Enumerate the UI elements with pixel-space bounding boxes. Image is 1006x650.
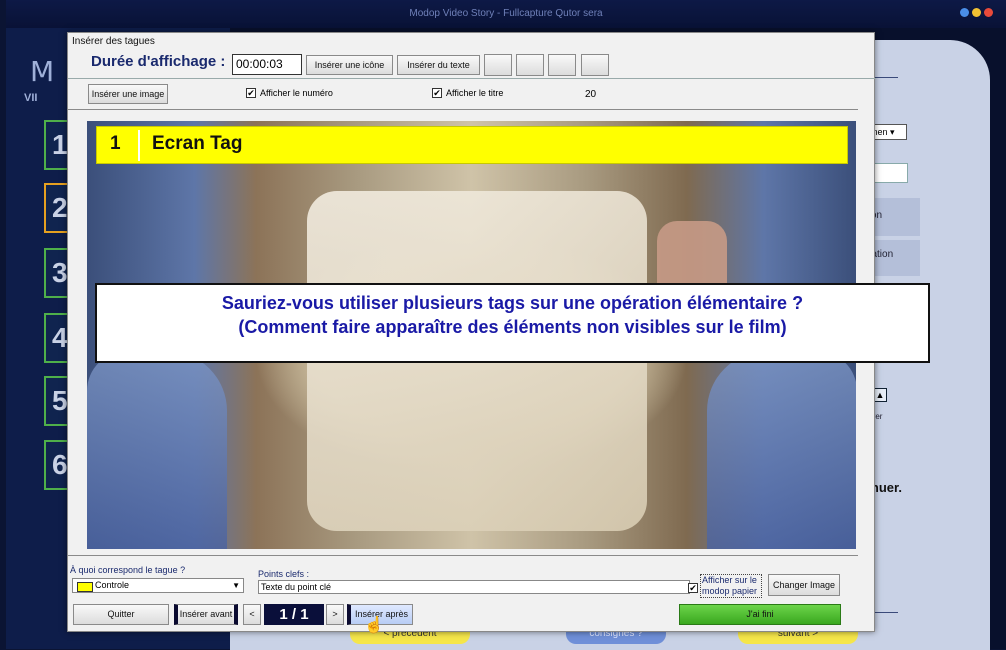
dialog-title: Insérer des tagues: [72, 36, 155, 47]
blank-button-2[interactable]: [516, 54, 544, 76]
chevron-down-icon: ▾: [890, 127, 895, 137]
insert-image-button[interactable]: Insérer une image: [88, 84, 168, 104]
display-duration-input[interactable]: 00:00:03: [232, 54, 302, 75]
divider: [68, 78, 876, 79]
maximize-icon[interactable]: [972, 8, 981, 17]
close-icon[interactable]: [984, 8, 993, 17]
tag-title: Ecran Tag: [152, 133, 243, 154]
yellow-swatch-icon: [77, 582, 93, 592]
change-image-button[interactable]: Changer Image: [768, 574, 840, 596]
background-window-title: Modop Video Story - Fullcapture Qutor se…: [6, 0, 1006, 28]
count-value: 20: [585, 89, 597, 100]
video-frame-arm-left: [87, 351, 227, 549]
quit-button[interactable]: Quitter: [73, 604, 169, 625]
arrow-up-icon[interactable]: ▲: [873, 388, 887, 402]
app-logo: M: [30, 55, 55, 88]
minimize-icon[interactable]: [960, 8, 969, 17]
blank-button-4[interactable]: [581, 54, 609, 76]
insert-text-button[interactable]: Insérer du texte: [397, 55, 480, 75]
show-title-label: Afficher le titre: [446, 88, 504, 98]
question-line-2: (Comment faire apparaître des éléments n…: [238, 317, 787, 337]
tag-title-bar[interactable]: 1 Ecran Tag: [96, 126, 848, 164]
blank-button-1[interactable]: [484, 54, 512, 76]
chevron-down-icon: ▼: [232, 581, 240, 590]
question-line-1: Sauriez-vous utiliser plusieurs tags sur…: [221, 293, 804, 313]
tag-correspond-value: Controle: [95, 580, 130, 590]
display-duration-label: Durée d'affichage :: [91, 53, 226, 70]
page-indicator: 1 / 1: [264, 604, 324, 625]
show-title-checkbox[interactable]: ✔: [432, 88, 442, 98]
question-text-box[interactable]: Sauriez-vous utiliser plusieurs tags sur…: [95, 283, 930, 363]
divider: [68, 555, 858, 556]
key-points-input[interactable]: Texte du point clé: [258, 580, 690, 594]
app-logo-subtitle: VII: [24, 92, 38, 104]
tag-correspond-select[interactable]: Controle ▼: [72, 578, 244, 593]
background-input[interactable]: [870, 163, 908, 183]
divider: [68, 109, 858, 110]
insert-tags-dialog: Insérer des tagues Durée d'affichage : 0…: [67, 32, 930, 634]
insert-before-button[interactable]: Insérer avant: [174, 604, 238, 625]
done-button[interactable]: J'ai fini: [679, 604, 841, 625]
show-number-label: Afficher le numéro: [260, 88, 333, 98]
previous-tag-button[interactable]: <: [243, 604, 261, 625]
window-controls[interactable]: [960, 8, 1000, 20]
show-paper-checkbox[interactable]: ✔: [688, 583, 698, 593]
next-tag-button[interactable]: >: [326, 604, 344, 625]
tag-correspond-label: À quoi correspond le tague ?: [70, 565, 186, 575]
hand-cursor-icon: ☝: [364, 617, 384, 634]
tag-number-box: [102, 130, 140, 161]
video-frame-arm-right: [707, 351, 856, 549]
blank-button-3[interactable]: [548, 54, 576, 76]
insert-icon-button[interactable]: Insérer une icône: [306, 55, 393, 75]
show-number-checkbox[interactable]: ✔: [246, 88, 256, 98]
tag-number: 1: [110, 133, 121, 154]
key-points-label: Points clefs :: [258, 569, 310, 579]
show-paper-label: Afficher sur le modop papier: [700, 574, 762, 598]
